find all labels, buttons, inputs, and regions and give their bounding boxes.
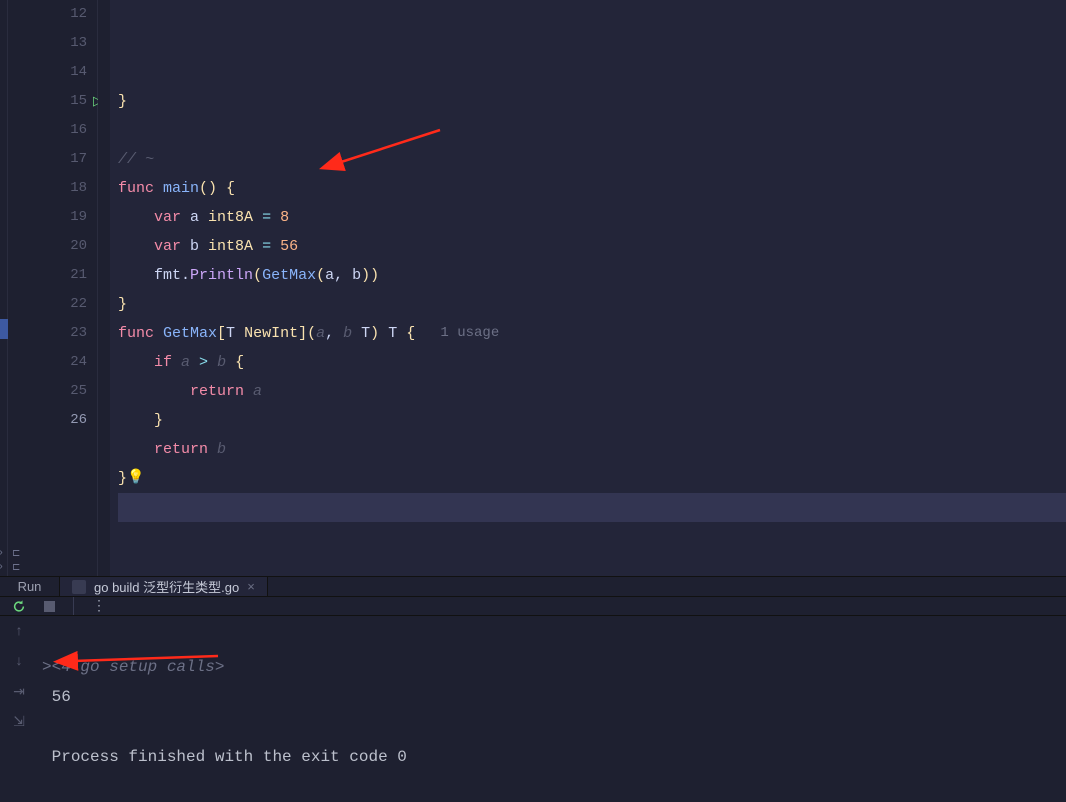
run-tool-window: Run go build 泛型衍生类型.go × ⋮ ↑ ↓ ⇥ ⇲ ><4 g… — [0, 576, 1066, 802]
chevron-right-icon[interactable]: › — [0, 548, 4, 559]
gutter-annotations: ⊏ ⊏ — [8, 0, 36, 576]
code-line[interactable]: } — [118, 406, 1066, 435]
run-toolbar: ⋮ — [0, 597, 1066, 616]
code-line[interactable]: return b — [118, 435, 1066, 464]
code-editor[interactable]: } // ~func main() { var a int8A = 8 var b… — [110, 0, 1066, 576]
run-console-body: ↑ ↓ ⇥ ⇲ ><4 go setup calls> 56 Process f… — [0, 616, 1066, 802]
go-run-config-icon — [72, 580, 86, 594]
run-config-tab[interactable]: go build 泛型衍生类型.go × — [60, 577, 268, 596]
line-number[interactable]: 14 — [36, 58, 87, 87]
line-number[interactable]: 21 — [36, 261, 87, 290]
code-line[interactable] — [118, 493, 1066, 522]
line-number[interactable]: 12 — [36, 0, 87, 29]
line-number[interactable]: 18 — [36, 174, 87, 203]
console-output-line: 56 — [52, 688, 71, 706]
code-line[interactable]: } — [118, 87, 1066, 116]
line-number[interactable]: 26 — [36, 406, 87, 435]
chevron-right-icon[interactable]: › — [0, 562, 4, 573]
line-number[interactable]: 23 — [36, 319, 87, 348]
line-number[interactable]: 16 — [36, 116, 87, 145]
editor-left-border: › › — [0, 0, 8, 576]
code-line[interactable]: func main() { — [118, 174, 1066, 203]
line-number[interactable]: 15▷ — [36, 87, 87, 116]
scroll-up-icon[interactable]: ↑ — [15, 624, 23, 640]
folded-region-label[interactable]: <4 go setup calls> — [52, 658, 225, 676]
code-line[interactable]: fmt.Println(GetMax(a, b)) — [118, 261, 1066, 290]
code-line[interactable]: var a int8A = 8 — [118, 203, 1066, 232]
line-number[interactable]: 17 — [36, 145, 87, 174]
soft-wrap-icon[interactable]: ⇥ — [13, 684, 25, 700]
breadcrumb-marker: ⊏ — [12, 548, 20, 560]
console-left-gutter: ↑ ↓ ⇥ ⇲ — [0, 616, 38, 802]
line-number[interactable]: 25 — [36, 377, 87, 406]
code-line[interactable]: if a > b { — [118, 348, 1066, 377]
editor-area: › › ⊏ ⊏ 12131415▷1617181920212223242526 … — [0, 0, 1066, 576]
annotation-arrow-icon — [38, 616, 338, 736]
line-number[interactable]: 22 — [36, 290, 87, 319]
run-panel-tab-bar: Run go build 泛型衍生类型.go × — [0, 577, 1066, 597]
line-number-gutter[interactable]: 12131415▷1617181920212223242526 — [36, 0, 98, 576]
line-number[interactable]: 13 — [36, 29, 87, 58]
console-exit-line: Process finished with the exit code 0 — [52, 748, 407, 766]
scroll-down-icon[interactable]: ↓ — [15, 654, 23, 670]
breadcrumb-marker: ⊏ — [12, 562, 20, 574]
more-actions-icon[interactable]: ⋮ — [92, 598, 107, 615]
code-line[interactable]: } — [118, 290, 1066, 319]
code-line[interactable] — [118, 116, 1066, 145]
run-config-tab-label: go build 泛型衍生类型.go — [94, 577, 239, 596]
code-line[interactable]: }💡 — [118, 464, 1066, 493]
close-icon[interactable]: × — [247, 579, 255, 594]
code-line[interactable]: var b int8A = 56 — [118, 232, 1066, 261]
stop-icon[interactable] — [44, 601, 55, 612]
console-output[interactable]: ><4 go setup calls> 56 Process finished … — [38, 616, 1066, 802]
line-number[interactable]: 20 — [36, 232, 87, 261]
rerun-icon[interactable] — [12, 599, 26, 613]
bookmark-marker[interactable] — [0, 319, 8, 339]
folding-ribbon[interactable] — [98, 0, 110, 576]
code-line[interactable]: // ~ — [118, 145, 1066, 174]
line-number[interactable]: 19 — [36, 203, 87, 232]
code-line[interactable]: return a — [118, 377, 1066, 406]
run-panel-title[interactable]: Run — [0, 577, 60, 596]
scroll-to-end-icon[interactable]: ⇲ — [13, 714, 25, 730]
chevron-right-icon[interactable]: > — [42, 658, 52, 676]
toolbar-separator — [73, 597, 74, 615]
code-line[interactable]: func GetMax[T NewInt](a, b T) T { 1 usag… — [118, 319, 1066, 348]
line-number[interactable]: 24 — [36, 348, 87, 377]
